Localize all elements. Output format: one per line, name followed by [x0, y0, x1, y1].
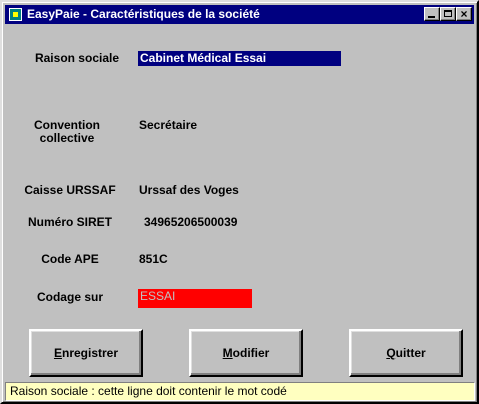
- convention-collective-label: Convention collective: [2, 119, 132, 145]
- numero-siret-label: Numéro SIRET: [27, 215, 112, 229]
- close-icon: ×: [460, 7, 468, 21]
- modifier-label: Modifier: [222, 346, 270, 360]
- caisse-urssaf-value[interactable]: Urssaf des Voges: [139, 183, 239, 198]
- quitter-label: Quitter: [386, 346, 426, 360]
- window-title: EasyPaie - Caractéristiques de la sociét…: [27, 7, 260, 21]
- enregistrer-label: Enregistrer: [53, 346, 119, 360]
- code-ape-value[interactable]: 851C: [139, 252, 168, 267]
- convention-collective-value[interactable]: Secrétaire: [139, 118, 197, 133]
- quitter-button[interactable]: Quitter: [349, 329, 463, 377]
- status-bar: Raison sociale : cette ligne doit conten…: [5, 382, 475, 401]
- code-ape-label: Code APE: [41, 252, 99, 266]
- title-bar[interactable]: EasyPaie - Caractéristiques de la sociét…: [5, 5, 474, 24]
- close-button[interactable]: ×: [456, 7, 472, 21]
- caisse-urssaf-label: Caisse URSSAF: [24, 183, 116, 197]
- raison-sociale-label: Raison sociale: [34, 51, 120, 65]
- raison-sociale-field[interactable]: Cabinet Médical Essai: [138, 51, 341, 66]
- modifier-button[interactable]: Modifier: [189, 329, 303, 377]
- numero-siret-value[interactable]: 34965206500039: [144, 215, 237, 230]
- maximize-button[interactable]: [440, 7, 456, 21]
- codage-sur-field[interactable]: ESSAI: [138, 289, 252, 308]
- enregistrer-button[interactable]: Enregistrer: [29, 329, 143, 377]
- minimize-icon: [428, 16, 435, 18]
- codage-sur-label: Codage sur: [36, 290, 103, 304]
- convention-label-line2: collective: [39, 131, 95, 145]
- maximize-icon: [444, 10, 452, 17]
- app-icon[interactable]: [9, 8, 22, 21]
- minimize-button[interactable]: [424, 7, 440, 21]
- easypaie-window: EasyPaie - Caractéristiques de la sociét…: [0, 0, 479, 404]
